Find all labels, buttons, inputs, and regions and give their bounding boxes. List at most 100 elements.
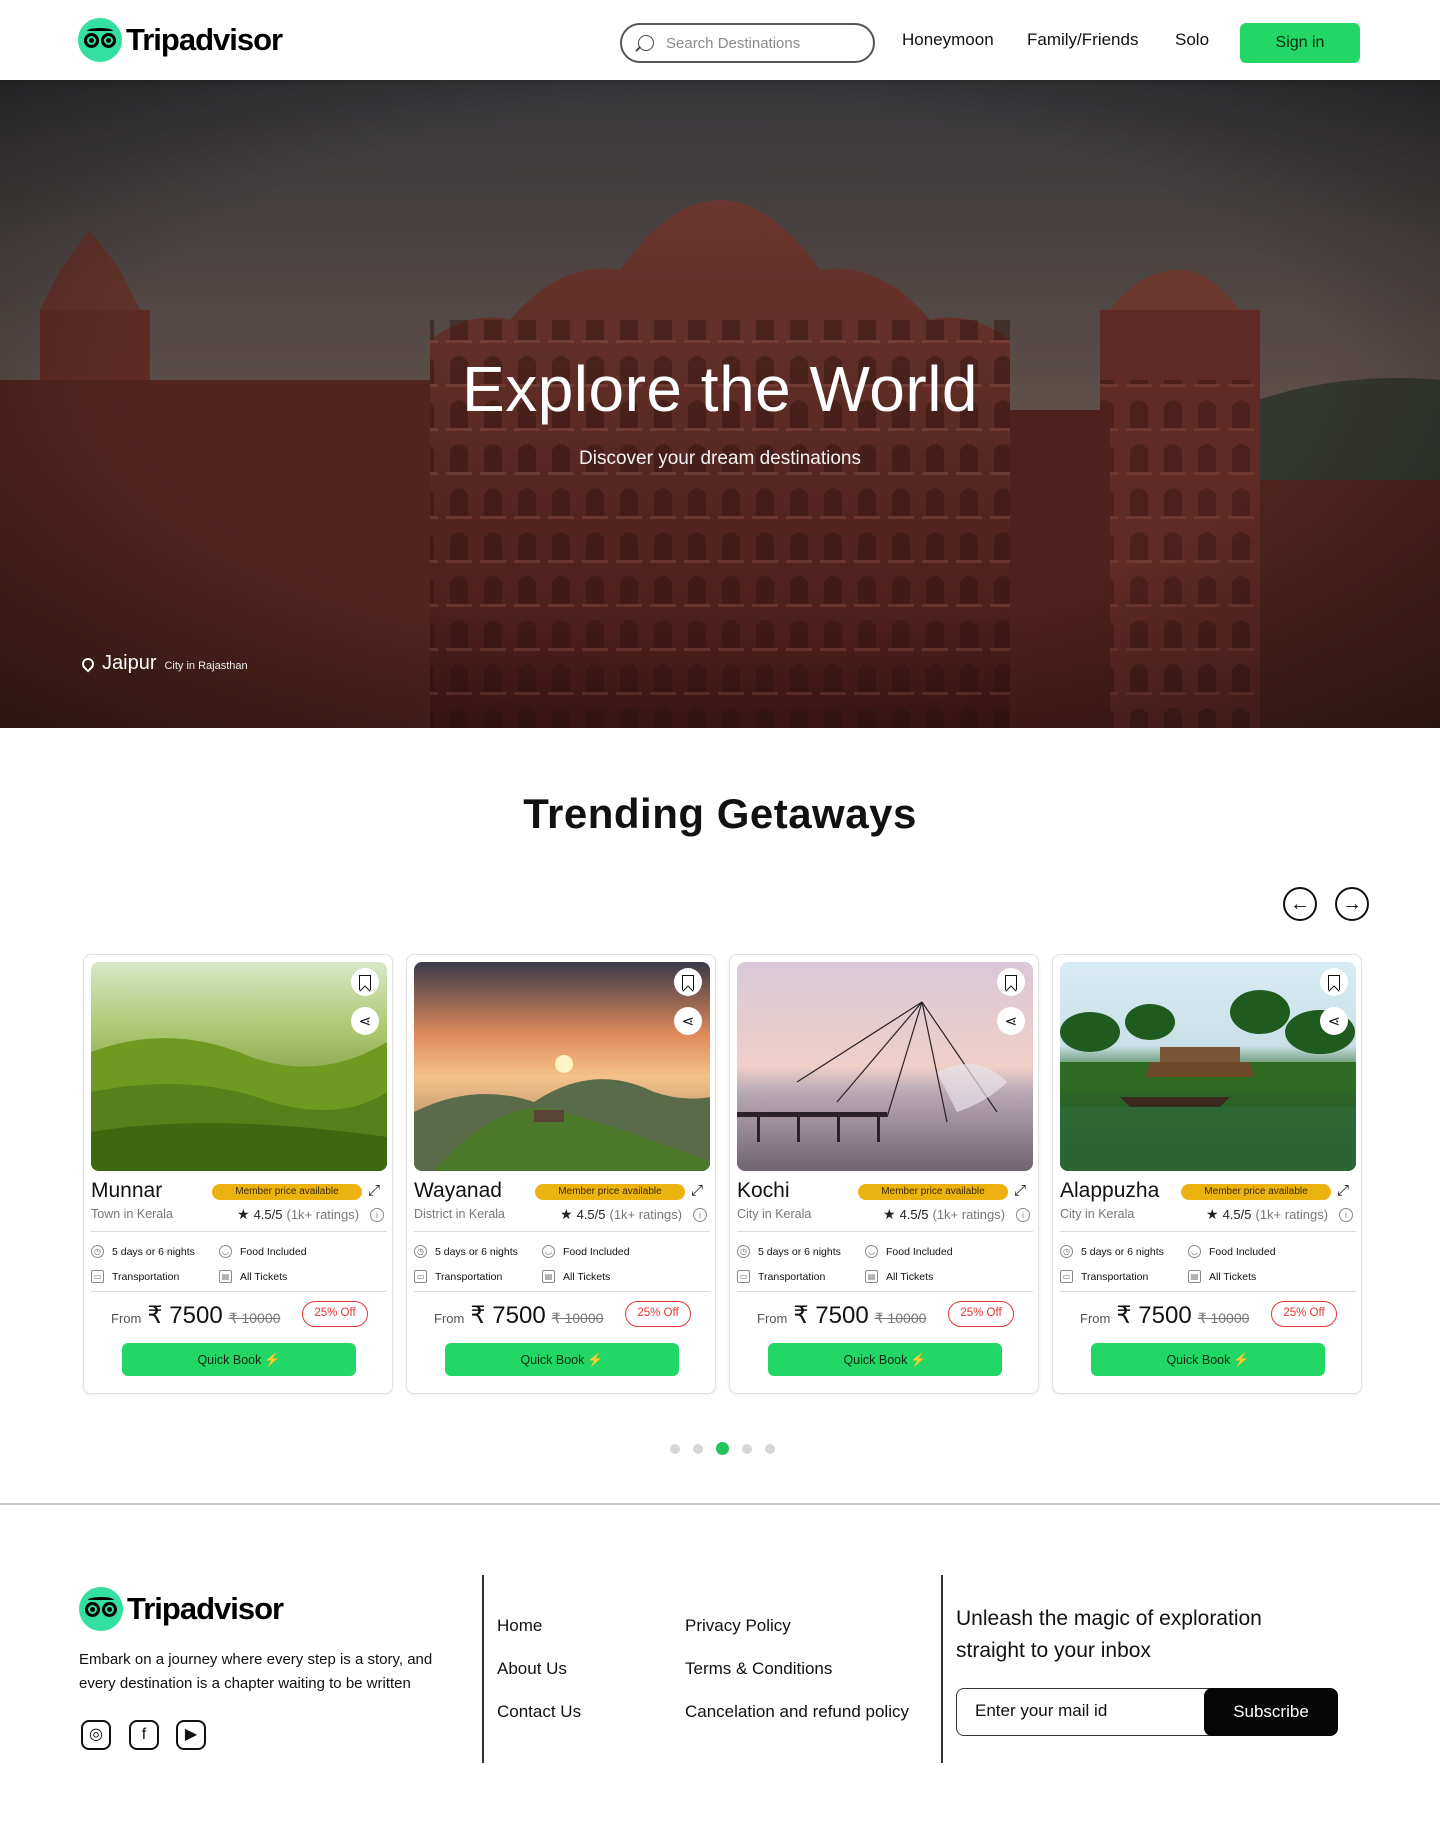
footer-divider xyxy=(0,1503,1440,1505)
old-price: ₹ 10000 xyxy=(228,1310,281,1326)
card-rating: ★ 4.5/5 (1k+ ratings) xyxy=(883,1206,1006,1222)
card-image[interactable]: ⋖ xyxy=(1060,962,1356,1171)
search-bar[interactable] xyxy=(620,23,875,63)
facebook-icon[interactable]: f xyxy=(129,1720,159,1750)
destination-card[interactable]: ⋖ Kochi Member price available ⤢ City in… xyxy=(729,954,1039,1394)
nav-honeymoon[interactable]: Honeymoon xyxy=(902,30,994,50)
clock-icon: ◷ xyxy=(737,1245,750,1258)
footer-link-privacy[interactable]: Privacy Policy xyxy=(685,1616,791,1636)
ticket-icon: ▤ xyxy=(542,1270,555,1283)
bookmark-button[interactable] xyxy=(997,968,1025,996)
card-divider xyxy=(737,1231,1033,1232)
feature-tickets: ▤ All Tickets xyxy=(865,1270,933,1283)
clock-icon: ◷ xyxy=(414,1245,427,1258)
share-button[interactable]: ⋖ xyxy=(1320,1007,1348,1035)
feature-food: ◡ Food Included xyxy=(1188,1245,1276,1258)
brand-logo[interactable]: Tripadvisor xyxy=(78,18,283,62)
card-image[interactable]: ⋖ xyxy=(414,962,710,1171)
youtube-icon[interactable]: ▶ xyxy=(176,1720,206,1750)
lightning-icon: ⚡ xyxy=(910,1351,927,1367)
pagination-dot[interactable] xyxy=(765,1443,775,1454)
star-icon: ★ xyxy=(883,1206,896,1222)
share-icon: ⋖ xyxy=(681,1012,695,1030)
feature-tickets: ▤ All Tickets xyxy=(1188,1270,1256,1283)
old-price: ₹ 10000 xyxy=(551,1310,604,1326)
star-icon: ★ xyxy=(237,1206,250,1222)
footer-link-about[interactable]: About Us xyxy=(497,1659,567,1679)
footer-logo[interactable]: Tripadvisor xyxy=(79,1587,284,1631)
share-icon: ⋖ xyxy=(358,1012,372,1030)
email-input[interactable] xyxy=(975,1701,1175,1721)
quick-book-button[interactable]: Quick Book ⚡ xyxy=(445,1343,679,1376)
hero-subtitle: Discover your dream destinations xyxy=(579,448,861,469)
instagram-icon[interactable]: ◎ xyxy=(81,1720,111,1750)
bookmark-button[interactable] xyxy=(351,968,379,996)
member-price-badge: Member price available xyxy=(1181,1184,1331,1200)
hero-title: Explore the World xyxy=(462,353,978,425)
footer-link-contact[interactable]: Contact Us xyxy=(497,1702,581,1722)
bookmark-button[interactable] xyxy=(674,968,702,996)
carousel-next-button[interactable]: → xyxy=(1335,887,1369,921)
expand-icon[interactable]: ⤢ xyxy=(1337,1182,1349,1199)
feature-food: ◡ Food Included xyxy=(542,1245,630,1258)
discount-badge: 25% Off xyxy=(625,1301,691,1327)
info-icon[interactable]: i xyxy=(693,1208,707,1222)
bookmark-button[interactable] xyxy=(1320,968,1348,996)
share-button[interactable]: ⋖ xyxy=(351,1007,379,1035)
hero-location-region: City in Rajasthan xyxy=(164,660,248,672)
search-input[interactable] xyxy=(666,34,856,52)
footer-brand-name: Tripadvisor xyxy=(127,1591,284,1626)
share-icon: ⋖ xyxy=(1327,1012,1341,1030)
info-icon[interactable]: i xyxy=(1339,1208,1353,1222)
clock-icon: ◷ xyxy=(91,1245,104,1258)
hero-banner: Explore the World Discover your dream de… xyxy=(0,80,1440,728)
pagination-dot-active[interactable] xyxy=(716,1442,729,1455)
location-pin-icon xyxy=(79,655,97,673)
carousel-prev-button[interactable]: ← xyxy=(1283,887,1317,921)
quick-book-button[interactable]: Quick Book ⚡ xyxy=(122,1343,356,1376)
feature-duration: ◷ 5 days or 6 nights xyxy=(1060,1245,1164,1258)
feature-transport: ▭ Transportation xyxy=(91,1270,179,1283)
star-icon: ★ xyxy=(1206,1206,1219,1222)
sign-in-button[interactable]: Sign in xyxy=(1240,23,1360,63)
quick-book-button[interactable]: Quick Book ⚡ xyxy=(1091,1343,1325,1376)
card-title: Kochi xyxy=(737,1179,790,1202)
price-row: From ₹ 7500 ₹ 10000 xyxy=(434,1302,604,1329)
footer-link-terms[interactable]: Terms & Conditions xyxy=(685,1659,832,1679)
discount-badge: 25% Off xyxy=(302,1301,368,1327)
destination-card[interactable]: ⋖ Wayanad Member price available ⤢ Distr… xyxy=(406,954,716,1394)
ticket-icon: ▤ xyxy=(865,1270,878,1283)
destination-card[interactable]: ⋖ Alappuzha Member price available ⤢ Cit… xyxy=(1052,954,1362,1394)
nav-family-friends[interactable]: Family/Friends xyxy=(1027,30,1138,50)
bus-icon: ▭ xyxy=(1060,1270,1073,1283)
card-image[interactable]: ⋖ xyxy=(91,962,387,1171)
discount-badge: 25% Off xyxy=(948,1301,1014,1327)
nav-solo[interactable]: Solo xyxy=(1175,30,1209,50)
card-divider xyxy=(414,1231,710,1232)
card-subtitle: Town in Kerala xyxy=(91,1207,173,1221)
arrow-left-icon: ← xyxy=(1290,893,1310,915)
subscribe-button[interactable]: Subscribe xyxy=(1204,1688,1338,1736)
bus-icon: ▭ xyxy=(737,1270,750,1283)
pagination-dot[interactable] xyxy=(693,1443,703,1454)
pagination-dot[interactable] xyxy=(742,1443,752,1454)
pagination-dot[interactable] xyxy=(670,1443,680,1454)
card-image[interactable]: ⋖ xyxy=(737,962,1033,1171)
share-button[interactable]: ⋖ xyxy=(997,1007,1025,1035)
info-icon[interactable]: i xyxy=(370,1208,384,1222)
expand-icon[interactable]: ⤢ xyxy=(368,1182,380,1199)
price: ₹ 7500 xyxy=(1116,1302,1192,1329)
expand-icon[interactable]: ⤢ xyxy=(691,1182,703,1199)
bookmark-icon xyxy=(359,974,371,990)
footer-link-home[interactable]: Home xyxy=(497,1616,542,1636)
discount-badge: 25% Off xyxy=(1271,1301,1337,1327)
footer-link-refund[interactable]: Cancelation and refund policy xyxy=(685,1702,909,1722)
expand-icon[interactable]: ⤢ xyxy=(1014,1182,1026,1199)
wayanad-photo xyxy=(414,962,710,1171)
card-divider xyxy=(737,1291,1033,1292)
share-button[interactable]: ⋖ xyxy=(674,1007,702,1035)
quick-book-button[interactable]: Quick Book ⚡ xyxy=(768,1343,1002,1376)
destination-card[interactable]: ⋖ Munnar Member price available ⤢ Town i… xyxy=(83,954,393,1394)
card-divider xyxy=(91,1231,387,1232)
info-icon[interactable]: i xyxy=(1016,1208,1030,1222)
